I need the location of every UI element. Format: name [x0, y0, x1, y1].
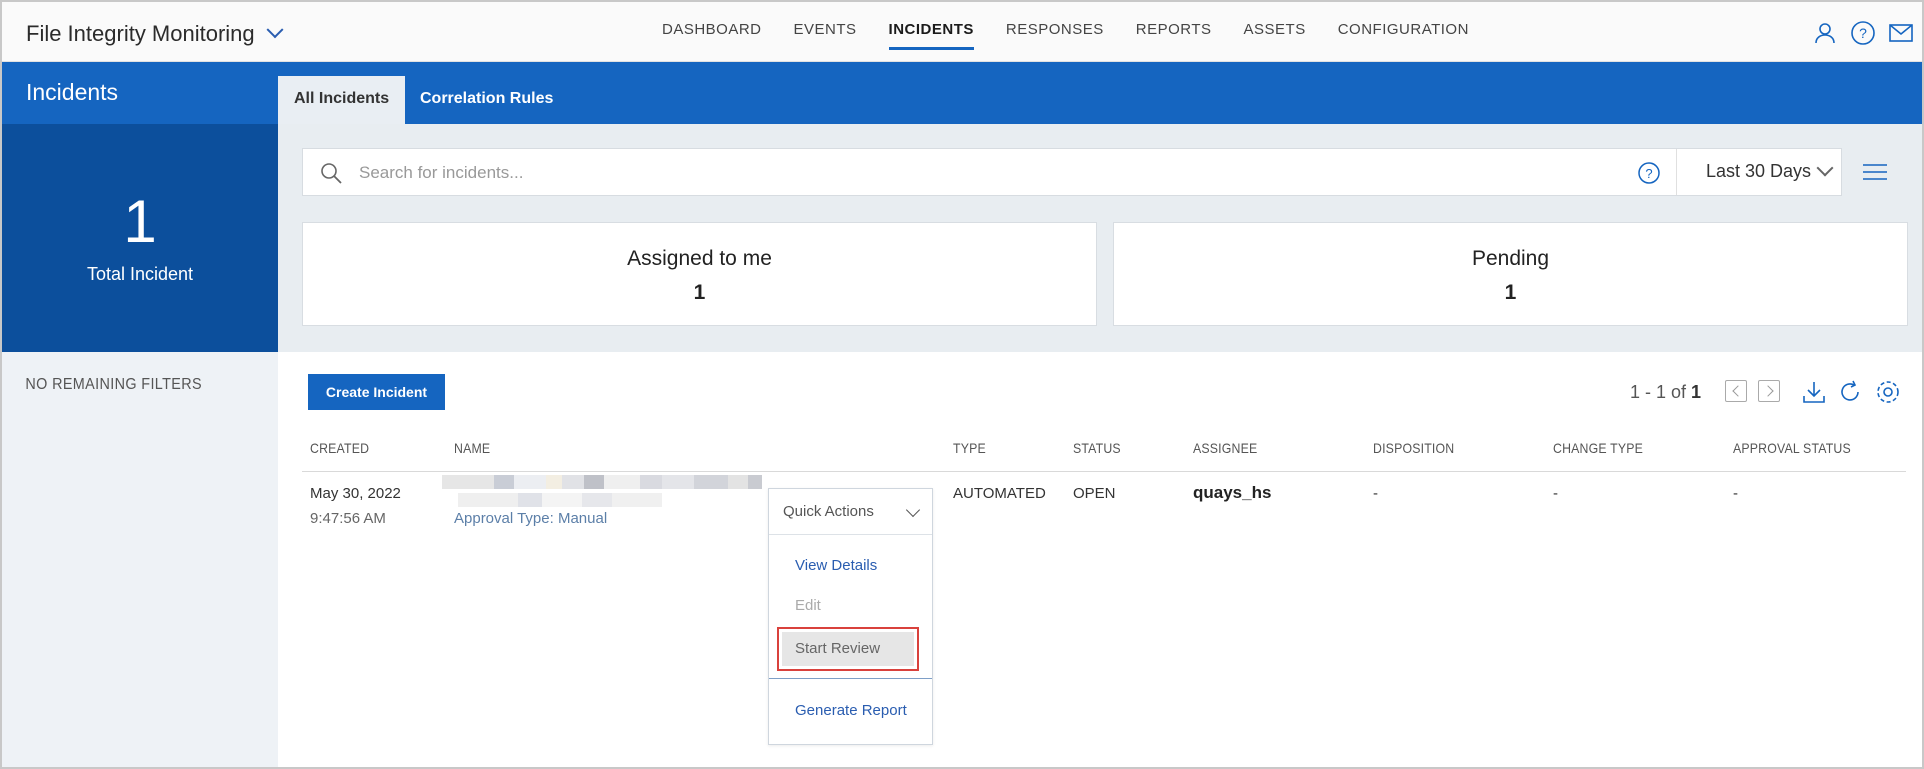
create-incident-button[interactable]: Create Incident: [308, 374, 445, 410]
search-icon: [319, 161, 343, 185]
card-value: 1: [1504, 281, 1517, 304]
main-nav: DASHBOARD EVENTS INCIDENTS RESPONSES REP…: [662, 2, 1469, 62]
quick-actions-menu: Quick Actions View Details Edit Start Re…: [768, 488, 933, 745]
pending-card[interactable]: Pending 1: [1113, 222, 1908, 326]
menu-item-edit: Edit: [795, 597, 821, 614]
gear-icon[interactable]: [1874, 378, 1902, 406]
prev-page-button[interactable]: [1725, 380, 1747, 402]
chevron-down-icon: [266, 21, 284, 39]
chevron-down-icon: [905, 502, 921, 518]
total-incident-card: 1 Total Incident: [2, 124, 278, 352]
search-input[interactable]: [359, 159, 1559, 187]
help-icon[interactable]: ?: [1850, 20, 1876, 46]
chevron-down-icon[interactable]: [1816, 159, 1834, 177]
quick-actions-button[interactable]: Quick Actions: [769, 489, 932, 535]
search-help-icon[interactable]: ?: [1637, 161, 1661, 185]
pagination-total: 1: [1691, 382, 1702, 402]
tab-all-incidents[interactable]: All Incidents: [278, 76, 406, 124]
table-divider: [302, 471, 1906, 472]
menu-icon[interactable]: [1862, 162, 1888, 182]
card-title: Assigned to me: [627, 247, 772, 270]
total-incident-label: Total Incident: [86, 264, 194, 284]
total-incident-count: 1: [123, 188, 157, 255]
divider: [1676, 149, 1677, 195]
col-header-status[interactable]: STATUS: [1073, 440, 1121, 456]
created-time: 9:47:56 AM: [310, 510, 386, 527]
created-date: May 30, 2022: [310, 485, 401, 502]
tab-correlation-rules[interactable]: Correlation Rules: [404, 76, 569, 124]
app-switcher[interactable]: File Integrity Monitoring: [26, 21, 284, 47]
top-icons: ?: [1812, 20, 1922, 46]
svg-text:?: ?: [1859, 25, 1867, 41]
pagination-info: 1 - 1 of 1: [1630, 382, 1701, 403]
col-header-created[interactable]: CREATED: [310, 440, 369, 456]
nav-configuration[interactable]: CONFIGURATION: [1338, 2, 1469, 62]
nav-dashboard[interactable]: DASHBOARD: [662, 2, 762, 62]
col-header-type[interactable]: TYPE: [953, 440, 986, 456]
nav-assets[interactable]: ASSETS: [1244, 2, 1306, 62]
sidebar-title: Incidents: [2, 62, 278, 124]
assigned-to-me-card[interactable]: Assigned to me 1: [302, 222, 1097, 326]
next-page-button[interactable]: [1758, 380, 1780, 402]
tabs-bar: All Incidents Correlation Rules: [278, 62, 1922, 124]
app-title: File Integrity Monitoring: [26, 21, 255, 46]
col-header-approval-status[interactable]: APPROVAL STATUS: [1733, 440, 1851, 456]
nav-events[interactable]: EVENTS: [794, 2, 857, 62]
summary-area: ? Last 30 Days Assigned to me 1 Pending …: [278, 124, 1922, 352]
quick-actions-label: Quick Actions: [783, 503, 874, 520]
incident-assignee[interactable]: quays_hs: [1193, 483, 1271, 503]
incident-status: OPEN: [1073, 485, 1116, 502]
download-icon[interactable]: [1800, 378, 1828, 406]
nav-reports[interactable]: REPORTS: [1136, 2, 1212, 62]
menu-item-generate-report[interactable]: Generate Report: [795, 702, 907, 719]
filters-panel: NO REMAINING FILTERS: [2, 352, 278, 767]
card-value: 1: [693, 281, 706, 304]
redacted-incident-name[interactable]: [442, 475, 767, 507]
incident-change-type: -: [1553, 485, 1558, 502]
col-header-assignee[interactable]: ASSIGNEE: [1193, 440, 1257, 456]
nav-responses[interactable]: RESPONSES: [1006, 2, 1104, 62]
mail-icon[interactable]: [1888, 20, 1914, 46]
incident-approval-status: -: [1733, 485, 1738, 502]
incident-disposition: -: [1373, 485, 1378, 502]
app-window: File Integrity Monitoring DASHBOARD EVEN…: [0, 0, 1924, 769]
top-bar: File Integrity Monitoring DASHBOARD EVEN…: [2, 2, 1922, 62]
user-icon[interactable]: [1812, 20, 1838, 46]
svg-text:?: ?: [1645, 166, 1652, 181]
search-bar: ? Last 30 Days: [302, 148, 1842, 196]
card-title: Pending: [1471, 247, 1550, 270]
approval-type-text: Approval Type: Manual: [454, 510, 608, 527]
menu-item-view-details[interactable]: View Details: [795, 557, 877, 574]
nav-incidents[interactable]: INCIDENTS: [888, 2, 975, 62]
filters-text: NO REMAINING FILTERS: [25, 376, 202, 393]
date-range-select[interactable]: Last 30 Days: [1706, 161, 1811, 182]
refresh-icon[interactable]: [1836, 378, 1864, 406]
col-header-change-type[interactable]: CHANGE TYPE: [1553, 440, 1643, 456]
menu-divider: [769, 678, 932, 679]
menu-item-start-review[interactable]: Start Review: [782, 632, 914, 666]
incident-type: AUTOMATED: [953, 485, 1046, 502]
col-header-disposition[interactable]: DISPOSITION: [1373, 440, 1454, 456]
start-review-highlight: Start Review: [777, 627, 919, 671]
pagination-range: 1 - 1 of: [1630, 382, 1687, 402]
col-header-name[interactable]: NAME: [454, 440, 490, 456]
